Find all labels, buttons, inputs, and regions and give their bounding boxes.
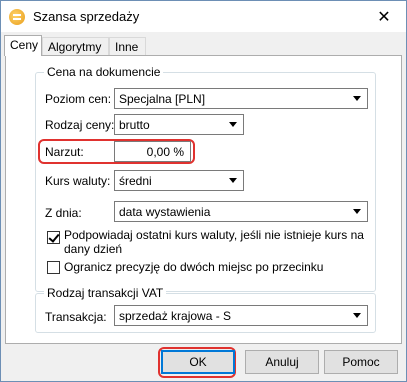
- window-title: Szansa sprzedaży: [33, 9, 140, 24]
- markup-label: Narzut:: [45, 145, 84, 159]
- transaction-label: Transakcja:: [45, 310, 107, 324]
- from-date-value: data wystawienia: [119, 205, 211, 219]
- title-bar: Szansa sprzedaży ✕: [1, 1, 406, 32]
- exchange-rate-value: średni: [119, 174, 152, 188]
- vat-group-legend: Rodzaj transakcji VAT: [44, 286, 167, 300]
- exchange-rate-select[interactable]: średni: [114, 170, 244, 191]
- price-kind-select[interactable]: brutto: [114, 114, 244, 135]
- app-icon: [9, 9, 25, 25]
- chevron-down-icon: [229, 178, 237, 183]
- price-kind-value: brutto: [119, 118, 150, 132]
- cancel-button[interactable]: Anuluj: [245, 350, 319, 374]
- dialog-window: Szansa sprzedaży ✕ Ceny Algorytmy Inne C…: [0, 0, 407, 382]
- price-group-legend: Cena na dokumencie: [44, 65, 164, 79]
- help-button[interactable]: Pomoc: [324, 350, 398, 374]
- transaction-value: sprzedaż krajowa - S: [119, 309, 232, 323]
- suggest-last-rate-checkbox[interactable]: [47, 231, 60, 244]
- chevron-down-icon: [353, 209, 361, 214]
- price-level-label: Poziom cen:: [45, 92, 112, 106]
- chevron-down-icon: [353, 313, 361, 318]
- tab-algorytmy[interactable]: Algorytmy: [42, 37, 109, 55]
- tab-panel-ceny: Cena na dokumencie Poziom cen: Specjalna…: [5, 55, 402, 344]
- limit-precision-checkbox[interactable]: [47, 261, 60, 274]
- tab-ceny[interactable]: Ceny: [4, 35, 42, 56]
- tab-inne[interactable]: Inne: [109, 37, 146, 55]
- limit-precision-label: Ogranicz precyzję do dwóch miejsc po prz…: [64, 260, 324, 274]
- transaction-select[interactable]: sprzedaż krajowa - S: [114, 305, 368, 326]
- markup-value: 0,00 %: [146, 145, 184, 159]
- ok-button[interactable]: OK: [161, 350, 235, 374]
- suggest-last-rate-label: Podpowiadaj ostatni kurs waluty, jeśli n…: [64, 228, 364, 256]
- markup-input[interactable]: 0,00 %: [114, 141, 191, 162]
- price-level-select[interactable]: Specjalna [PLN]: [114, 88, 368, 109]
- chevron-down-icon: [353, 96, 361, 101]
- price-kind-label: Rodzaj ceny:: [45, 118, 115, 132]
- from-date-select[interactable]: data wystawienia: [114, 201, 368, 222]
- from-date-label: Z dnia:: [45, 206, 82, 220]
- price-level-value: Specjalna [PLN]: [119, 92, 206, 106]
- exchange-rate-label: Kurs waluty:: [45, 174, 111, 188]
- chevron-down-icon: [229, 122, 237, 127]
- checkmark-icon: [48, 231, 60, 243]
- close-icon[interactable]: ✕: [362, 1, 406, 32]
